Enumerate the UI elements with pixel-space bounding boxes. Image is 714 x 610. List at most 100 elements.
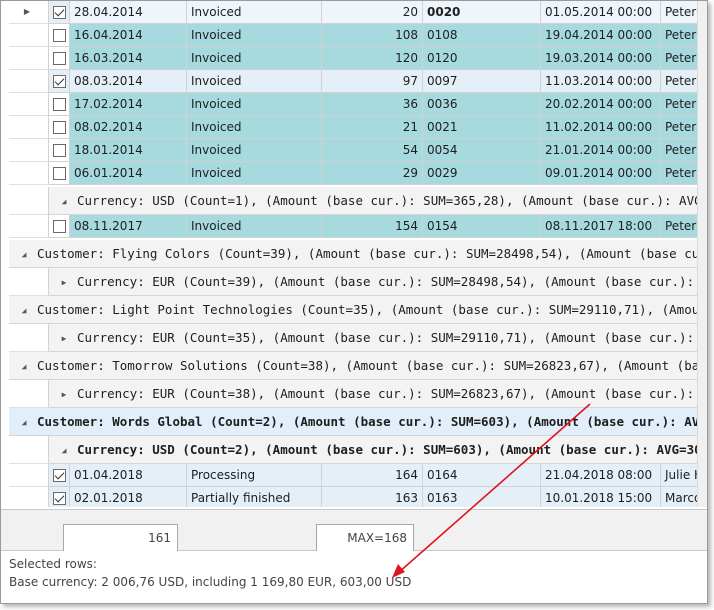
cell-person: Peter Ja <box>661 1 699 24</box>
cell-person: Peter Ja <box>661 116 699 139</box>
row-checkbox[interactable] <box>53 167 66 180</box>
row-select-cell[interactable] <box>49 162 70 185</box>
table-row[interactable]: 08.02.2014 Invoiced 21 0021 11.02.2014 00:00… <box>9 116 699 139</box>
row-select-cell[interactable] <box>49 215 70 238</box>
footer-number-summary: MAX=168 <box>316 524 414 552</box>
collapsed-arrow-icon[interactable]: ▶ <box>57 381 71 408</box>
row-select-cell[interactable] <box>49 116 70 139</box>
group-indent <box>9 324 49 352</box>
cell-date: 06.01.2014 <box>70 162 187 185</box>
cell-status: Partially finished <box>187 487 322 507</box>
row-checkbox[interactable] <box>53 52 66 65</box>
currency-group-row[interactable]: ▶ Currency: EUR (Count=39), (Amount (base… <box>49 268 699 296</box>
row-select-cell[interactable] <box>49 47 70 70</box>
expanded-arrow-icon[interactable]: ◢ <box>57 437 71 464</box>
row-expander-icon[interactable]: ▶ <box>17 1 37 22</box>
cell-person: Julie Ha <box>661 464 699 487</box>
cell-amount: 164 <box>322 464 423 487</box>
expanded-arrow-icon[interactable]: ◢ <box>17 297 31 324</box>
cell-amount: 36 <box>322 93 423 116</box>
table-row[interactable]: 16.04.2014 Invoiced 108 0108 19.04.2014 00:0… <box>9 24 699 47</box>
cell-due-date: 19.04.2014 00:00 <box>541 24 661 47</box>
cell-date: 17.02.2014 <box>70 93 187 116</box>
cell-number: 0029 <box>423 162 541 185</box>
cell-person: Peter Ja <box>661 47 699 70</box>
cell-number: 0120 <box>423 47 541 70</box>
row-checkbox[interactable] <box>53 144 66 157</box>
table-row[interactable]: 08.03.2014 Invoiced 97 0097 11.03.2014 00:00… <box>9 70 699 93</box>
cell-due-date: 11.02.2014 00:00 <box>541 116 661 139</box>
status-base-currency: Base currency: 2 006,76 USD, including 1… <box>9 575 412 589</box>
row-checkbox[interactable] <box>53 492 66 505</box>
customer-group-row[interactable]: ◢ Customer: Flying Colors (Count=39), (Am… <box>9 240 699 268</box>
cell-person: Peter Ja <box>661 70 699 93</box>
row-select-cell[interactable] <box>49 70 70 93</box>
vertical-scrollbar[interactable] <box>697 1 707 507</box>
cell-number: 0020 <box>423 1 541 24</box>
group-summary-text: Customer: Tomorrow Solutions (Count=38),… <box>37 358 699 373</box>
invoice-grid: ▶ 28.04.2014 Invoiced 20 0020 01.05.2014 00:0… <box>9 1 699 507</box>
customer-group-row[interactable]: ◢ Customer: Words Global (Count=2), (Amou… <box>9 408 699 436</box>
cell-number: 0108 <box>423 24 541 47</box>
cell-number: 0097 <box>423 70 541 93</box>
table-row[interactable]: 18.01.2014 Invoiced 54 0054 21.01.2014 00:00… <box>9 139 699 162</box>
row-select-cell[interactable] <box>49 93 70 116</box>
row-checkbox[interactable] <box>53 121 66 134</box>
row-select-cell[interactable] <box>49 487 70 507</box>
cell-amount: 163 <box>322 487 423 507</box>
cell-date: 08.11.2017 <box>70 215 187 238</box>
cell-status: Invoiced <box>187 24 322 47</box>
cell-date: 08.02.2014 <box>70 116 187 139</box>
table-row[interactable]: 08.11.2017 Invoiced 154 0154 08.11.2017 18:0… <box>9 215 699 238</box>
customer-group-row[interactable]: ◢ Customer: Tomorrow Solutions (Count=38)… <box>9 352 699 380</box>
cell-date: 28.04.2014 <box>70 1 187 24</box>
cell-amount: 97 <box>322 70 423 93</box>
cell-due-date: 19.03.2014 00:00 <box>541 47 661 70</box>
group-indent <box>9 436 49 464</box>
cell-date: 16.03.2014 <box>70 47 187 70</box>
grid-footer: 161 MAX=168 <box>1 509 707 552</box>
status-selected-label: Selected rows: <box>9 557 97 571</box>
table-row[interactable]: 02.01.2018 Partially finished 163 0163 10.01… <box>9 487 699 507</box>
table-row[interactable]: 01.04.2018 Processing 164 0164 21.04.2018 08… <box>9 464 699 487</box>
table-row[interactable]: 06.01.2014 Invoiced 29 0029 09.01.2014 00:00… <box>9 162 699 185</box>
cell-amount: 54 <box>322 139 423 162</box>
cell-status: Invoiced <box>187 1 322 24</box>
row-checkbox[interactable] <box>53 98 66 111</box>
cell-status: Invoiced <box>187 70 322 93</box>
collapsed-arrow-icon[interactable]: ▶ <box>57 325 71 352</box>
row-select-cell[interactable] <box>49 464 70 487</box>
row-checkbox[interactable] <box>53 29 66 42</box>
row-checkbox[interactable] <box>53 469 66 482</box>
expanded-arrow-icon[interactable]: ◢ <box>17 241 31 268</box>
currency-group-row[interactable]: ▶ Currency: EUR (Count=35), (Amount (base… <box>49 324 699 352</box>
row-select-cell[interactable] <box>49 1 70 24</box>
collapsed-arrow-icon[interactable]: ▶ <box>57 269 71 296</box>
group-summary-text: Currency: EUR (Count=39), (Amount (base … <box>77 274 699 289</box>
expanded-arrow-icon[interactable]: ◢ <box>57 188 71 215</box>
currency-group-row[interactable]: ▶ Currency: EUR (Count=38), (Amount (base… <box>49 380 699 408</box>
table-row[interactable]: ▶ 28.04.2014 Invoiced 20 0020 01.05.2014 00:0… <box>9 1 699 24</box>
cell-status: Invoiced <box>187 162 322 185</box>
group-summary-text: Currency: USD (Count=2), (Amount (base c… <box>77 442 699 457</box>
row-select-cell[interactable] <box>49 24 70 47</box>
cell-person: Peter Ja <box>661 24 699 47</box>
table-row[interactable]: 17.02.2014 Invoiced 36 0036 20.02.2014 00:00… <box>9 93 699 116</box>
cell-status: Invoiced <box>187 47 322 70</box>
currency-group-row[interactable]: ◢ Currency: USD (Count=1), (Amount (base … <box>49 187 699 215</box>
cell-due-date: 10.01.2018 15:00 <box>541 487 661 507</box>
row-checkbox[interactable] <box>53 6 66 19</box>
customer-group-row[interactable]: ◢ Customer: Light Point Technologies (Cou… <box>9 296 699 324</box>
cell-due-date: 11.03.2014 00:00 <box>541 70 661 93</box>
cell-number: 0054 <box>423 139 541 162</box>
expanded-arrow-icon[interactable]: ◢ <box>17 353 31 380</box>
expanded-arrow-icon[interactable]: ◢ <box>17 409 31 436</box>
table-row[interactable]: 16.03.2014 Invoiced 120 0120 19.03.2014 00:0… <box>9 47 699 70</box>
currency-group-row[interactable]: ◢ Currency: USD (Count=2), (Amount (base … <box>49 436 699 464</box>
row-select-cell[interactable] <box>49 139 70 162</box>
cell-number: 0036 <box>423 93 541 116</box>
row-checkbox[interactable] <box>53 75 66 88</box>
grid-window: ▶ 28.04.2014 Invoiced 20 0020 01.05.2014 00:0… <box>0 0 708 604</box>
row-checkbox[interactable] <box>53 220 66 233</box>
cell-date: 02.01.2018 <box>70 487 187 507</box>
